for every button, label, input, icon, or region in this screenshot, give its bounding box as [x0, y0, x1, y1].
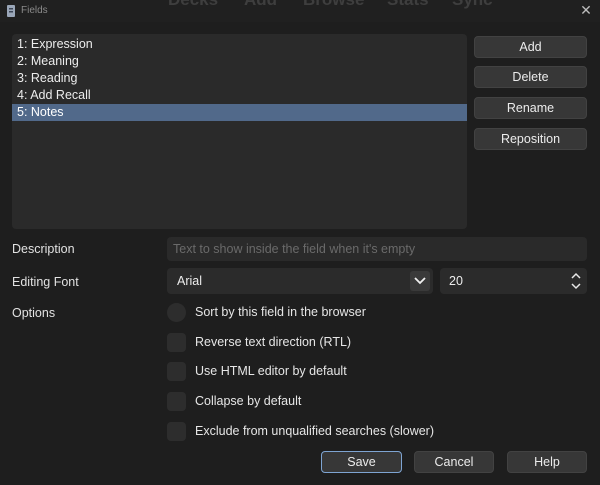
app-icon [7, 5, 15, 17]
options-label: Options [12, 306, 56, 320]
list-item-meaning[interactable]: 2: Meaning [12, 53, 467, 70]
chevron-up-icon[interactable] [570, 272, 582, 280]
delete-button[interactable]: Delete [474, 66, 587, 88]
reposition-button[interactable]: Reposition [474, 128, 587, 150]
editing-font-label: Editing Font [12, 275, 79, 289]
html-editor-label: Use HTML editor by default [195, 364, 347, 378]
background-menu-browse: Browse [303, 0, 364, 10]
collapse-checkbox[interactable] [167, 392, 186, 411]
html-editor-checkbox[interactable] [167, 362, 186, 381]
background-menu-decks: Decks [168, 0, 218, 10]
chevron-down-icon [414, 277, 426, 285]
help-button[interactable]: Help [507, 451, 587, 473]
add-button[interactable]: Add [474, 36, 587, 58]
title-bar: Decks Add Browse Stats Sync Fields ✕ [0, 0, 600, 22]
font-select[interactable]: Arial [167, 268, 433, 294]
list-item-expression[interactable]: 1: Expression [12, 36, 467, 53]
font-size-spinbox[interactable]: 20 [440, 268, 587, 294]
collapse-label: Collapse by default [195, 394, 302, 408]
background-main-menu: Decks Add Browse Stats Sync [0, 0, 600, 22]
sort-field-radio[interactable] [167, 303, 186, 322]
description-input[interactable]: Text to show inside the field when it's … [167, 237, 587, 261]
exclude-search-checkbox[interactable] [167, 422, 186, 441]
rename-button[interactable]: Rename [474, 97, 587, 119]
background-menu-add: Add [244, 0, 277, 10]
rtl-label: Reverse text direction (RTL) [195, 335, 352, 349]
save-button[interactable]: Save [321, 451, 402, 473]
font-dropdown-button[interactable] [410, 271, 430, 291]
window-title: Fields [21, 5, 48, 16]
fields-list[interactable]: 1: Expression 2: Meaning 3: Reading 4: A… [12, 34, 467, 229]
chevron-down-icon[interactable] [570, 282, 582, 290]
description-label: Description [12, 242, 75, 256]
rtl-checkbox[interactable] [167, 333, 186, 352]
list-item-notes[interactable]: 5: Notes [12, 104, 467, 121]
background-menu-sync: Sync [452, 0, 493, 10]
exclude-search-label: Exclude from unqualified searches (slowe… [195, 424, 434, 438]
font-size-value: 20 [449, 274, 463, 288]
cancel-button[interactable]: Cancel [414, 451, 494, 473]
font-select-value: Arial [177, 274, 203, 288]
list-item-add-recall[interactable]: 4: Add Recall [12, 87, 467, 104]
sort-field-label: Sort by this field in the browser [195, 305, 366, 319]
list-item-reading[interactable]: 3: Reading [12, 70, 467, 87]
close-icon[interactable]: ✕ [578, 2, 594, 18]
background-menu-stats: Stats [387, 0, 429, 10]
